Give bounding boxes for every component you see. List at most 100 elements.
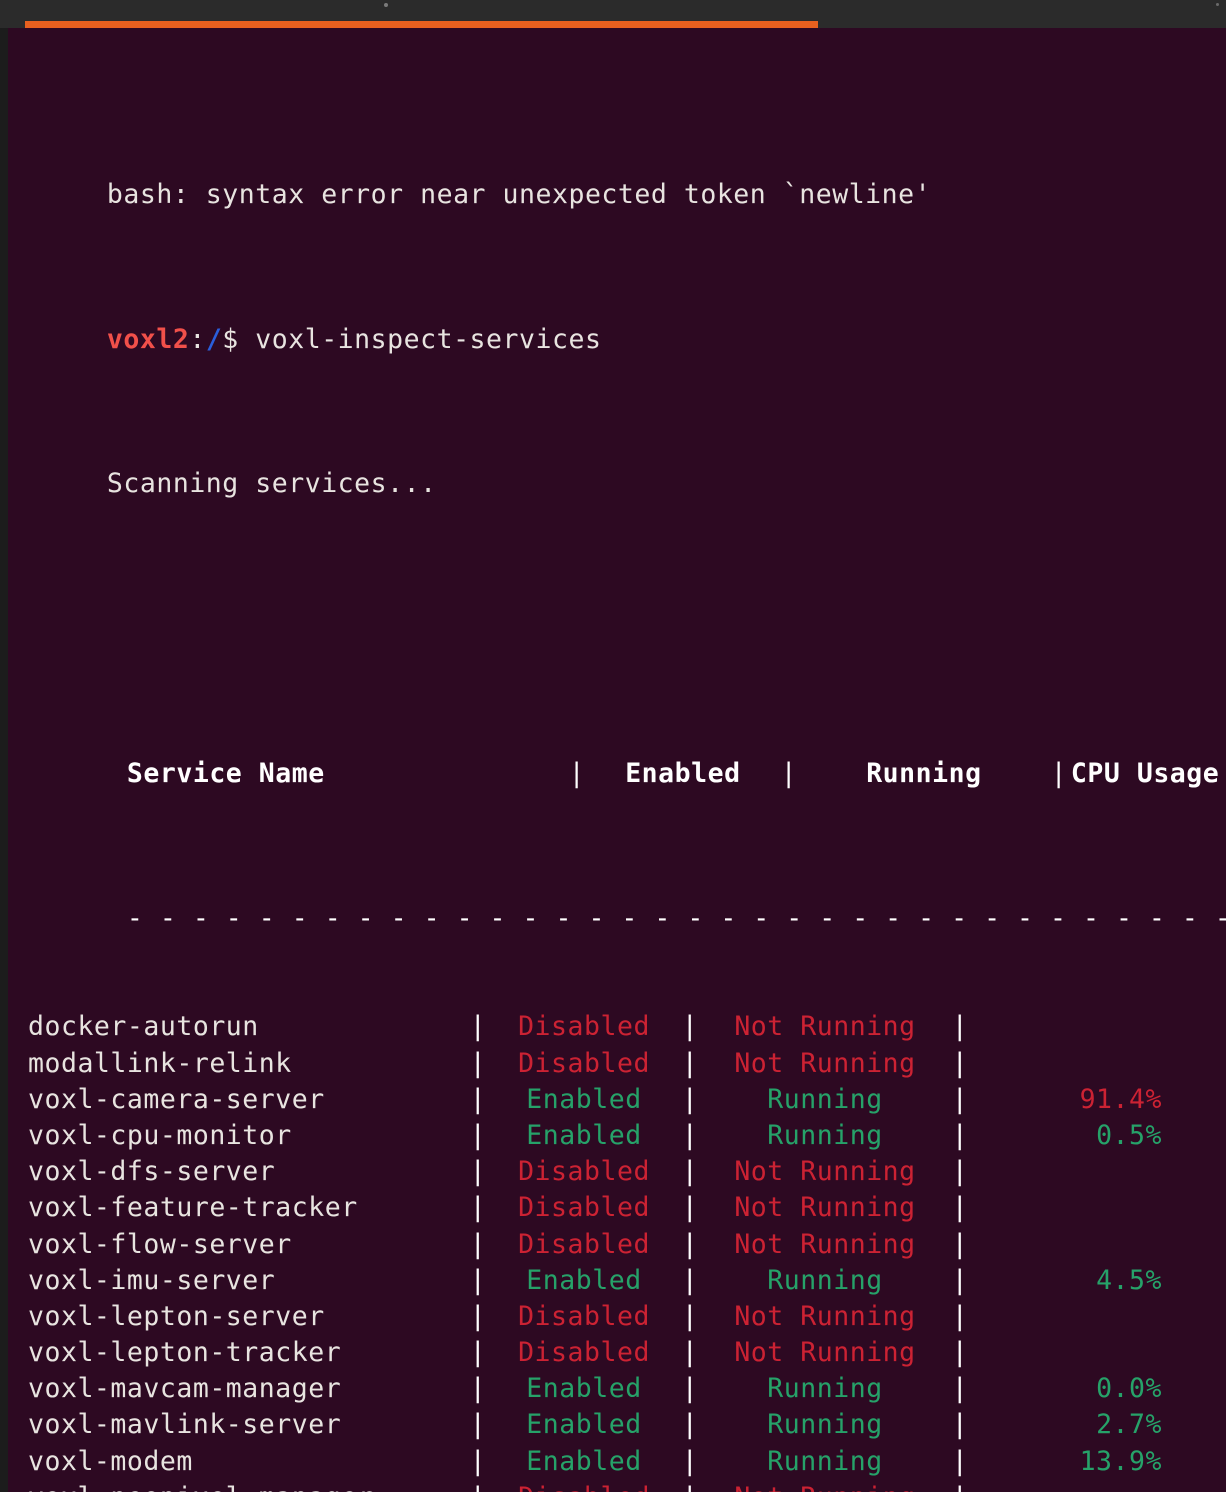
cell-enabled-status: Enabled (526, 1119, 642, 1151)
cell-running-status: Running (767, 1264, 883, 1296)
table-row: voxl-camera-server | Enabled | Running | 91.4% (8, 1082, 1226, 1118)
cell-running-status: Running (767, 1409, 883, 1441)
cell-service-name: voxl-mavcam-manager (28, 1373, 342, 1405)
service-table-body: docker-autorun | Disabled | Not Running | moda… (8, 1009, 1226, 1492)
column-divider-pipe: | (681, 1373, 699, 1405)
table-row: voxl-flow-server | Disabled | Not Running | (8, 1227, 1226, 1263)
window-left-edge (0, 28, 8, 1492)
column-divider-pipe: | (681, 1337, 699, 1369)
table-row: voxl-mavcam-manager | Enabled | Running | 0.0% (8, 1371, 1226, 1407)
cell-service-name: voxl-flow-server (28, 1228, 292, 1260)
cell-enabled-status: Disabled (518, 1192, 650, 1224)
cell-running-status: Not Running (734, 1337, 916, 1369)
cell-enabled-status: Disabled (518, 1300, 650, 1332)
column-divider-pipe: | (951, 1337, 969, 1369)
column-divider-pipe: | (951, 1445, 969, 1477)
cell-service-name: voxl-cpu-monitor (28, 1119, 292, 1151)
cell-service-name: voxl-neopixel-manager (8, 1480, 466, 1492)
cell-service-name: voxl-modem (28, 1445, 193, 1477)
prompt-path: / (205, 323, 223, 355)
terminal-output[interactable]: bash: syntax error near unexpected token… (8, 28, 1226, 1492)
column-divider-pipe: | (678, 1480, 702, 1492)
column-divider-pipe: | (951, 1083, 969, 1115)
table-header-row: Service Name | Enabled | Running | CPU Usage (8, 720, 1226, 789)
cell-service-name: voxl-lepton-server (28, 1300, 325, 1332)
cell-enabled-status: Enabled (526, 1409, 642, 1441)
cell-running-status: Not Running (702, 1480, 948, 1492)
cell-service-name: voxl-feature-tracker (28, 1192, 358, 1224)
column-divider-pipe: | (466, 1480, 490, 1492)
prompt-sigil: $ (222, 323, 239, 355)
cell-enabled-status: Enabled (526, 1083, 642, 1115)
column-divider-pipe: | (469, 1047, 487, 1079)
column-divider-pipe: | (469, 1264, 487, 1296)
column-divider-pipe: | (951, 1228, 969, 1260)
column-divider-pipe: | (681, 1156, 699, 1188)
typed-command: voxl-inspect-services (255, 323, 602, 355)
column-divider-pipe: | (469, 1300, 487, 1332)
column-divider-pipe: | (469, 1156, 487, 1188)
column-header-cpu-usage: CPU Usage (1070, 758, 1220, 789)
column-header-service-name: Service Name (126, 758, 325, 789)
window-titlebar[interactable] (0, 0, 1226, 28)
cell-running-status: Running (767, 1445, 883, 1477)
table-row: voxl-cpu-monitor | Enabled | Running | 0.5% (8, 1118, 1226, 1154)
column-divider-pipe: | (681, 1192, 699, 1224)
scrollback-error-line: bash: syntax error near unexpected token… (8, 141, 1226, 210)
active-tab-indicator[interactable] (25, 21, 818, 28)
cell-service-name: voxl-mavlink-server (28, 1409, 342, 1441)
cell-enabled-status: Disabled (490, 1480, 678, 1492)
column-divider-pipe: | (469, 1445, 487, 1477)
titlebar-dot-icon (1216, 3, 1219, 6)
table-row: voxl-neopixel-manager|Disabled|Not Runni… (8, 1480, 1226, 1492)
command-prompt-line: voxl2:/$ voxl-inspect-services (8, 285, 1226, 355)
column-divider-pipe: | (469, 1228, 487, 1260)
cell-cpu-usage: 4.5% (1096, 1264, 1162, 1296)
column-divider-pipe: | (469, 1373, 487, 1405)
cell-cpu-usage: 13.9% (1079, 1445, 1162, 1477)
prompt-colon: : (189, 323, 206, 355)
cell-service-name: docker-autorun (28, 1011, 259, 1043)
cell-service-name: voxl-lepton-tracker (28, 1337, 342, 1369)
cell-cpu-usage: 0.5% (1096, 1119, 1162, 1151)
cell-running-status: Running (767, 1373, 883, 1405)
column-divider-pipe: | (681, 1300, 699, 1332)
column-divider-pipe: | (951, 1119, 969, 1151)
cell-running-status: Running (767, 1083, 883, 1115)
cell-cpu-usage: 91.4% (1079, 1083, 1162, 1115)
column-divider-pipe: | (568, 758, 586, 789)
status-text: Scanning services... (106, 468, 437, 500)
cell-enabled-status: Disabled (518, 1228, 650, 1260)
cell-service-name: voxl-dfs-server (28, 1156, 276, 1188)
cell-service-name: voxl-camera-server (28, 1083, 325, 1115)
table-row: voxl-feature-tracker | Disabled | Not Runnin… (8, 1190, 1226, 1226)
cell-service-name: modallink-relink (28, 1047, 292, 1079)
table-row: docker-autorun | Disabled | Not Running | (8, 1009, 1226, 1045)
cell-running-status: Not Running (734, 1300, 916, 1332)
column-divider-pipe: | (951, 1011, 969, 1043)
table-row: voxl-lepton-tracker | Disabled | Not Running… (8, 1335, 1226, 1371)
cell-running-status: Not Running (734, 1047, 916, 1079)
table-separator-line: - - - - - - - - - - - - - - - - - - - - … (8, 865, 1226, 934)
column-divider-pipe: | (681, 1409, 699, 1441)
column-divider-pipe: | (951, 1156, 969, 1188)
separator-dashes: - - - - - - - - - - - - - - - - - - - - … (126, 902, 1226, 934)
column-divider-pipe: | (951, 1409, 969, 1441)
column-divider-pipe: | (469, 1083, 487, 1115)
cell-service-name: voxl-imu-server (28, 1264, 276, 1296)
column-divider-pipe: | (681, 1119, 699, 1151)
column-divider-pipe: | (951, 1192, 969, 1224)
column-divider-pipe: | (681, 1445, 699, 1477)
column-divider-pipe: | (948, 1480, 972, 1492)
column-divider-pipe: | (951, 1047, 969, 1079)
cell-cpu-usage: 0.0% (1096, 1373, 1162, 1405)
column-header-enabled: Enabled (625, 758, 741, 789)
prompt-host: voxl2 (106, 323, 190, 355)
cell-enabled-status: Disabled (518, 1156, 650, 1188)
table-row: modallink-relink | Disabled | Not Running | (8, 1046, 1226, 1082)
titlebar-dot-icon (384, 3, 388, 7)
terminal-window: bash: syntax error near unexpected token… (0, 0, 1226, 1492)
column-header-running: Running (866, 758, 982, 789)
